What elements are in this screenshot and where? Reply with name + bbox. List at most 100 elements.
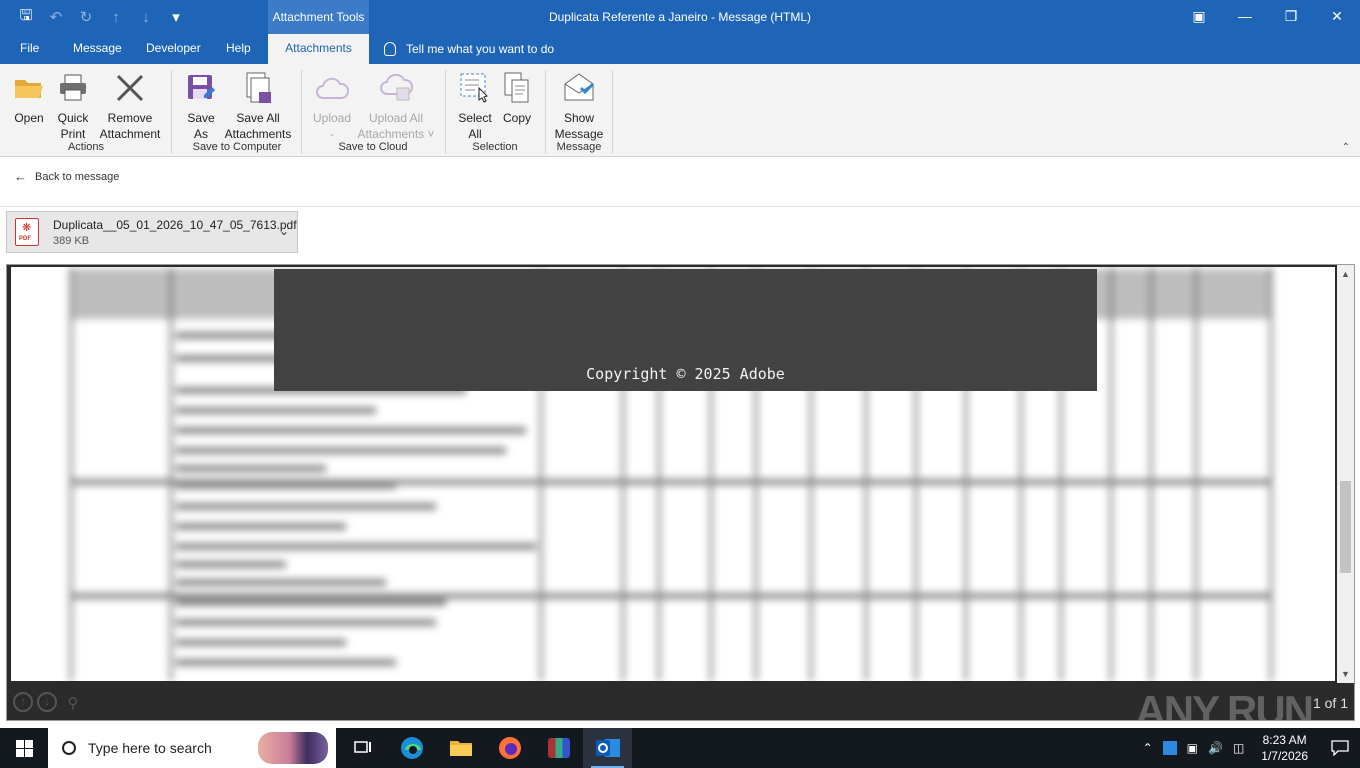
scroll-up-icon[interactable]: ▲ <box>1341 269 1350 279</box>
scroll-down-icon[interactable]: ▼ <box>1341 669 1350 679</box>
outlook-button[interactable] <box>583 728 632 768</box>
restore-button[interactable]: ❐ <box>1268 0 1314 32</box>
upload-button[interactable]: Upload ⌄ <box>310 70 354 142</box>
firefox-button[interactable] <box>485 728 534 768</box>
notifications-icon[interactable] <box>1320 728 1360 768</box>
folder-open-icon <box>15 80 43 98</box>
volume-icon[interactable]: 🔊 <box>1208 741 1223 755</box>
task-view-button[interactable] <box>338 728 387 768</box>
ribbon-tabs: File Message Developer Help Attachments … <box>0 34 1360 64</box>
tell-me-search[interactable]: Tell me what you want to do <box>384 34 554 64</box>
group-selection-label: Selection <box>472 141 518 153</box>
window-title: Duplicata Referente a Janeiro - Message … <box>548 10 812 24</box>
edge-button[interactable] <box>387 728 436 768</box>
customize-toolbar-icon[interactable]: ▾ <box>164 6 188 28</box>
quick-print-button[interactable]: Quick Print <box>54 70 92 142</box>
previous-item-icon[interactable]: ↑ <box>104 6 128 28</box>
save-all-label-2: Attachments <box>224 127 292 141</box>
find-icon[interactable]: ⚲ <box>61 692 85 714</box>
title-bar: 🖫 ↶ ↻ ↑ ↓ ▾ Attachment Tools Duplicata R… <box>0 0 1360 34</box>
remove-x-icon <box>116 74 144 102</box>
save-all-attachments-icon <box>246 72 271 103</box>
save-as-label-1: Save <box>187 111 215 125</box>
taskbar: Type here to search ⌃ ▣ 🔊 ◫ 8:23 AM 1/7/… <box>0 728 1360 768</box>
meet-now-icon[interactable]: ▣ <box>1187 741 1198 755</box>
select-all-icon <box>460 73 488 103</box>
back-to-message-link[interactable]: ← Back to message <box>14 169 119 184</box>
copy-button[interactable]: Copy <box>498 70 536 126</box>
remove-label-1: Remove <box>107 111 153 125</box>
group-save-cloud-label: Save to Cloud <box>338 141 408 153</box>
show-message-button[interactable]: Show Message <box>552 70 606 142</box>
tab-developer[interactable]: Developer <box>146 34 201 64</box>
tell-me-label: Tell me what you want to do <box>406 42 555 56</box>
select-all-button[interactable]: Select All <box>454 70 496 142</box>
file-explorer-button[interactable] <box>436 728 485 768</box>
lightbulb-icon <box>384 42 396 56</box>
save-as-label-2: As <box>193 127 208 141</box>
ribbon-separator <box>612 70 613 154</box>
firefox-icon <box>498 737 521 759</box>
tab-file[interactable]: File <box>20 34 39 64</box>
search-highlight-image <box>258 732 328 764</box>
collapse-ribbon-icon[interactable]: ⌃ <box>1342 142 1350 153</box>
next-page-icon[interactable]: ↓ <box>37 692 57 712</box>
open-label: Open <box>14 111 44 125</box>
open-button[interactable]: Open <box>10 70 48 126</box>
group-actions-label: Actions <box>67 141 105 153</box>
ribbon-separator <box>301 70 302 154</box>
save-as-icon <box>188 75 215 99</box>
redo-icon[interactable]: ↻ <box>74 6 98 28</box>
system-tray: ⌃ ▣ 🔊 ◫ 8:23 AM 1/7/2026 <box>1138 728 1360 768</box>
upload-all-attachments-button[interactable]: Upload All Attachments ˅ <box>354 70 438 142</box>
vertical-scrollbar[interactable]: ▲ ▼ <box>1337 265 1354 683</box>
previous-page-icon[interactable]: ↑ <box>13 692 33 712</box>
attachment-preview: Copyright © 2025 Adobe ▲ ▼ ↑ ↓ ⚲ ANY RUN… <box>6 264 1355 721</box>
winrar-button[interactable] <box>534 728 583 768</box>
ribbon-separator <box>545 70 546 154</box>
attachment-name: Duplicata__05_01_2026_10_47_05_7613.pdf <box>53 218 297 232</box>
clock[interactable]: 8:23 AM 1/7/2026 <box>1261 732 1308 764</box>
show-hidden-icons-icon[interactable]: ⌃ <box>1143 741 1153 755</box>
next-item-icon[interactable]: ↓ <box>134 6 158 28</box>
adobe-banner: Copyright © 2025 Adobe <box>274 269 1097 391</box>
clock-date: 1/7/2026 <box>1261 749 1308 763</box>
tab-help[interactable]: Help <box>226 34 251 64</box>
show-message-label-1: Show <box>563 111 595 125</box>
printer-icon <box>60 74 86 101</box>
show-message-icon <box>564 73 595 101</box>
show-message-label-2: Message <box>554 127 604 141</box>
chevron-down-icon[interactable]: ⌄ <box>279 224 289 238</box>
undo-icon[interactable]: ↶ <box>44 6 68 28</box>
taskbar-search[interactable]: Type here to search <box>48 728 336 768</box>
scroll-thumb[interactable] <box>1340 481 1351 573</box>
windows-logo-icon <box>15 739 33 757</box>
minimize-button[interactable]: — <box>1222 0 1268 32</box>
save-as-button[interactable]: Save As <box>182 70 220 142</box>
remove-attachment-button[interactable]: Remove Attachment <box>96 70 164 142</box>
search-icon <box>62 741 76 755</box>
save-all-attachments-button[interactable]: Save All Attachments <box>224 70 292 142</box>
back-arrow-icon: ← <box>14 169 27 184</box>
ribbon-display-options-icon[interactable]: ▣ <box>1176 0 1222 32</box>
select-all-label-2: All <box>468 127 482 141</box>
network-icon[interactable]: ◫ <box>1233 741 1244 755</box>
upload-all-label-2: Attachments <box>357 127 425 141</box>
save-all-label-1: Save All <box>236 111 280 125</box>
upload-label: Upload <box>312 111 352 125</box>
start-button[interactable] <box>0 728 48 768</box>
save-icon[interactable]: 🖫 <box>14 6 38 28</box>
outlook-icon <box>595 739 620 757</box>
tab-attachments[interactable]: Attachments <box>268 34 369 64</box>
back-to-message-label: Back to message <box>35 170 120 183</box>
ribbon-separator <box>445 70 446 154</box>
close-button[interactable]: ✕ <box>1314 0 1360 32</box>
cloud-icon <box>316 77 349 99</box>
attachment-chip[interactable]: ❋ PDF Duplicata__05_01_2026_10_47_05_761… <box>6 211 298 253</box>
tab-message[interactable]: Message <box>73 34 122 64</box>
outlook-tray-icon[interactable] <box>1162 741 1177 755</box>
cloud-upload-icon <box>380 74 413 101</box>
remove-label-2: Attachment <box>99 127 161 141</box>
copyright-text: Copyright © 2025 Adobe <box>586 365 785 383</box>
quick-access-toolbar: 🖫 ↶ ↻ ↑ ↓ ▾ <box>14 6 188 28</box>
